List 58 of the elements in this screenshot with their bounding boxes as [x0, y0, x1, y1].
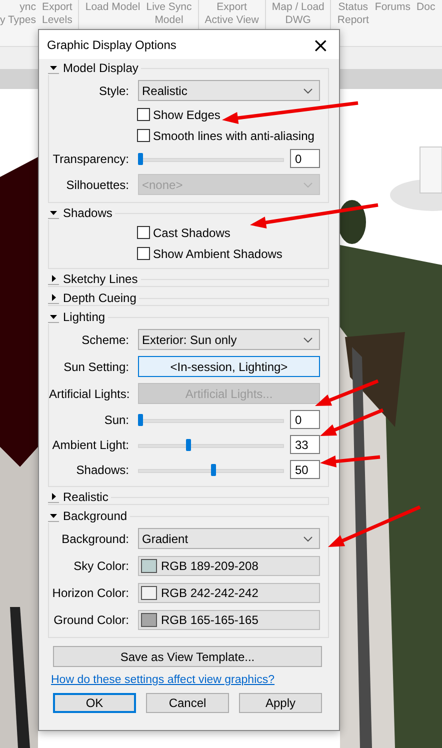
section-title: Shadows [63, 206, 112, 220]
checkbox[interactable]: Cast Shadows [137, 226, 230, 240]
value-field[interactable]: 0 [290, 410, 320, 429]
dialog-button[interactable]: OK [53, 693, 136, 713]
field-label: Background: [60, 532, 129, 546]
dialog-button[interactable]: Apply [239, 693, 322, 713]
field-label: Silhouettes: [65, 178, 129, 192]
field-label: Style: [98, 84, 129, 98]
section-title: Sketchy Lines [63, 272, 138, 286]
settings-button[interactable]: <In-session, Lighting> [138, 356, 320, 377]
color-button[interactable]: RGB 165-165-165 [138, 610, 320, 630]
chevron-icon [303, 88, 313, 94]
field-label: Shadows: [75, 462, 129, 476]
section-title: Background [63, 509, 128, 523]
chevron-icon [303, 336, 313, 342]
field-label: Sun Setting: [62, 360, 129, 374]
dropdown[interactable]: Gradient [138, 528, 320, 549]
close-button[interactable]: × [308, 34, 333, 54]
field-label: Sky Color: [72, 558, 129, 572]
value-field[interactable]: 33 [290, 435, 320, 454]
slider-thumb[interactable] [138, 152, 143, 164]
slider[interactable] [138, 412, 284, 428]
annotation-arrow [320, 408, 384, 436]
slider[interactable] [138, 462, 284, 478]
slider-thumb[interactable] [138, 414, 143, 426]
section-title: Depth Cueing [63, 291, 136, 305]
annotation-arrow [315, 379, 379, 406]
slider[interactable] [138, 436, 284, 452]
field-label: Ambient Light: [51, 438, 129, 452]
help-link[interactable]: How do these settings affect view graphics? [51, 674, 275, 686]
checkbox[interactable]: Smooth lines with anti-aliasing [137, 128, 314, 142]
chevron-icon [303, 182, 313, 188]
field-label: Horizon Color: [51, 586, 129, 600]
dropdown[interactable]: Exterior: Sun only [138, 329, 320, 350]
dropdown[interactable]: Realistic [138, 80, 320, 101]
dialog-button[interactable]: Cancel [146, 693, 229, 713]
value-field[interactable]: 0 [290, 149, 320, 168]
slider-thumb[interactable] [211, 464, 216, 476]
tree-drawing [338, 200, 366, 244]
section-title: Realistic [63, 490, 108, 504]
slider-thumb[interactable] [186, 438, 192, 450]
field-label: Ground Color: [52, 612, 129, 626]
field-label: Scheme: [80, 332, 129, 346]
field-label: Artificial Lights: [49, 386, 129, 400]
color-button[interactable]: RGB 189-209-208 [138, 556, 320, 576]
field-label: Sun: [103, 412, 129, 426]
field-label: Transparency: [52, 152, 129, 166]
value-field[interactable]: 50 [290, 460, 320, 479]
checkbox[interactable]: Show Ambient Shadows [137, 246, 282, 260]
section-title: Lighting [63, 310, 106, 324]
checkbox[interactable]: Show Edges [137, 108, 220, 122]
save-template-button[interactable]: Save as View Template... [53, 646, 322, 667]
annotation-arrow [320, 455, 380, 468]
color-button[interactable]: RGB 242-242-242 [138, 582, 320, 602]
chevron-icon [303, 536, 313, 542]
section-title: Model Display [63, 61, 138, 75]
slider[interactable] [138, 150, 284, 166]
window-title: Graphic Display Options [47, 38, 176, 52]
